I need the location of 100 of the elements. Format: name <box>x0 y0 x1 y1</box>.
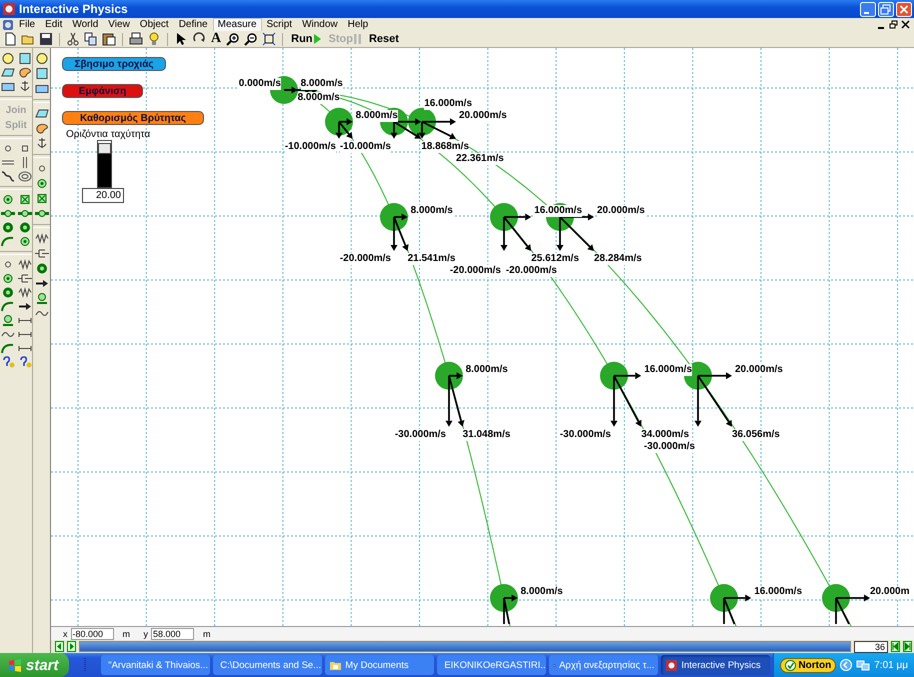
menu-item[interactable]: Window <box>297 18 343 32</box>
square-icon[interactable] <box>18 52 32 65</box>
velocity-label: 16.000m/s <box>644 364 692 376</box>
text-tool[interactable]: A <box>210 32 222 47</box>
joint-icon[interactable] <box>0 193 14 206</box>
zoom-out-icon[interactable] <box>244 32 258 46</box>
taskbar-button[interactable]: EIKONIKOeRGASTIRI... <box>437 655 546 675</box>
menu-item[interactable]: Edit <box>40 18 68 32</box>
end-icon[interactable] <box>903 641 912 652</box>
rectangle-icon[interactable] <box>34 82 48 95</box>
joint-icon[interactable] <box>18 193 32 206</box>
motor-icon[interactable] <box>0 314 14 327</box>
menu-item[interactable]: Measure <box>212 18 262 32</box>
menu-item[interactable]: Define <box>174 18 213 32</box>
cut-icon[interactable] <box>66 32 80 46</box>
polygon-icon[interactable] <box>0 66 14 79</box>
velocity-label: 8.000m/s <box>466 364 508 376</box>
gear-icon[interactable] <box>0 221 14 234</box>
blob-icon[interactable] <box>18 66 32 79</box>
menu-item[interactable]: Object <box>134 18 174 32</box>
menu-item[interactable]: View <box>103 18 135 32</box>
velocity-arrow <box>724 594 752 602</box>
slider-thumb[interactable] <box>98 142 111 154</box>
close-icon[interactable] <box>901 20 910 30</box>
pointer-icon[interactable] <box>174 32 188 46</box>
control-button[interactable]: Καθορισμός Βρύτητας <box>62 111 204 125</box>
velocity-label: 8.000m/s <box>298 92 340 104</box>
ball <box>490 203 518 231</box>
arrow-icon[interactable] <box>34 277 48 290</box>
zigzag-icon[interactable] <box>34 232 48 245</box>
run-button[interactable]: Run <box>289 32 323 47</box>
network-icon[interactable] <box>856 659 870 671</box>
zoom-in-icon[interactable] <box>226 32 240 46</box>
joint-icon[interactable] <box>34 177 48 190</box>
x-coordinate-field[interactable]: -80.000 <box>70 628 114 640</box>
chevron-icon[interactable] <box>840 659 852 671</box>
anchor-icon[interactable] <box>18 80 32 93</box>
damper-icon[interactable] <box>34 247 48 260</box>
damper-icon[interactable] <box>18 272 32 285</box>
menu-item[interactable]: Script <box>262 18 298 32</box>
anchor-icon[interactable] <box>34 137 48 150</box>
zigzag-icon[interactable] <box>18 286 32 299</box>
slot-joint-icon[interactable] <box>18 207 32 220</box>
copy-icon[interactable] <box>84 32 98 46</box>
control-button[interactable]: Σβησιμο τροχιάς <box>62 57 166 71</box>
taskbar-button[interactable]: "Arvanitaki & Thivaios... <box>101 655 210 675</box>
velocity-label: -30.000m/s <box>644 440 695 453</box>
slider-track[interactable] <box>97 140 112 188</box>
arrow-icon[interactable] <box>18 300 32 313</box>
bulb-icon[interactable] <box>147 32 161 46</box>
document-icon[interactable] <box>2 18 14 31</box>
gear-icon[interactable] <box>18 221 32 234</box>
gear-icon[interactable] <box>0 286 14 299</box>
joint-icon[interactable] <box>18 235 32 248</box>
control-button[interactable]: Εμφάνιση <box>62 84 143 98</box>
unit-label: m <box>122 628 131 639</box>
slot-joint-icon[interactable] <box>0 207 14 220</box>
square-icon[interactable] <box>34 67 48 80</box>
circle-icon[interactable] <box>0 52 14 65</box>
rewind-icon[interactable] <box>891 641 900 652</box>
menu-item[interactable]: World <box>67 18 104 32</box>
menu-item[interactable]: File <box>14 18 40 32</box>
rectangle-icon[interactable] <box>0 80 14 93</box>
curve-icon[interactable] <box>0 342 14 355</box>
maximize-icon[interactable] <box>878 2 894 17</box>
y-coordinate-field[interactable]: 58.000 <box>151 628 194 640</box>
motor-icon[interactable] <box>34 292 48 305</box>
ring-icon[interactable] <box>18 170 32 183</box>
joint-icon[interactable] <box>0 272 14 285</box>
slot-joint-icon[interactable] <box>34 207 48 220</box>
taskbar-button[interactable]: C:\Documents and Se... <box>213 655 322 675</box>
norton-button[interactable]: Norton <box>780 658 836 672</box>
print-icon[interactable] <box>129 32 143 46</box>
zigzag-icon[interactable] <box>18 258 32 271</box>
curve-icon[interactable] <box>0 300 14 313</box>
reset-button[interactable]: Reset <box>366 32 401 47</box>
taskbar-button[interactable]: Interactive Physics <box>661 655 770 675</box>
new-file-icon[interactable] <box>3 32 17 46</box>
velocity-label: 8.000m/s <box>520 586 563 598</box>
spring-icon[interactable] <box>0 170 14 183</box>
velocity-label: 16.000m/s <box>534 205 582 217</box>
curve-icon[interactable] <box>0 235 14 248</box>
taskbar-button[interactable]: My Documents <box>325 655 434 675</box>
paste-icon[interactable] <box>102 32 116 46</box>
fit-view-icon[interactable] <box>262 32 276 46</box>
frame-field[interactable]: 36 <box>854 640 888 653</box>
step-back-icon[interactable] <box>55 641 64 652</box>
velocity-label: 36.056m/s <box>732 428 780 441</box>
velocity-label: 18.868m/s <box>421 140 470 153</box>
save-icon[interactable] <box>39 32 53 46</box>
value-field[interactable]: 20.00 <box>82 188 124 203</box>
step-forward-icon[interactable] <box>67 641 76 652</box>
blob-icon[interactable] <box>34 122 48 135</box>
restore-icon[interactable] <box>889 20 898 30</box>
polygon-icon[interactable] <box>34 107 48 120</box>
circle-icon[interactable] <box>34 52 48 65</box>
gear-icon[interactable] <box>34 262 48 275</box>
taskbar-button[interactable]: Αρχή ανεξαρτησίας τ... <box>549 655 658 675</box>
menu-item[interactable]: Help <box>342 18 374 32</box>
joint-icon[interactable] <box>34 192 48 205</box>
